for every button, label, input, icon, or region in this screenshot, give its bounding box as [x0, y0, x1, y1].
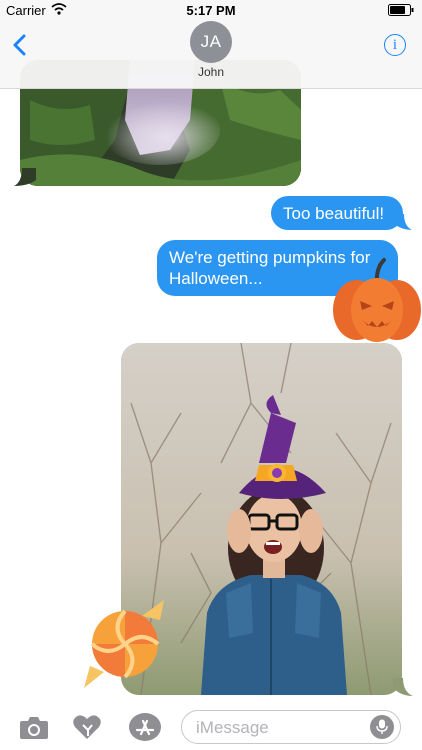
conversation-screen: Too beautiful! We're getting pumpkins fo…	[0, 0, 422, 750]
outgoing-message-bubble[interactable]: Too beautiful!	[271, 196, 403, 230]
imessage-input[interactable]: iMessage	[181, 710, 401, 744]
contact-name[interactable]: John	[0, 65, 422, 79]
info-button[interactable]: i	[384, 34, 406, 56]
outgoing-bubble-tail	[393, 678, 413, 696]
contact-avatar[interactable]: JA	[190, 21, 232, 63]
back-button[interactable]	[8, 30, 32, 60]
dictation-button[interactable]	[370, 715, 394, 739]
battery-icon	[388, 4, 414, 16]
status-bar: Carrier 5:17 PM	[0, 0, 422, 22]
message-text: Too beautiful!	[283, 203, 385, 223]
microphone-icon	[376, 719, 388, 734]
info-icon: i	[392, 36, 398, 53]
input-placeholder: iMessage	[196, 718, 269, 737]
incoming-bubble-tail	[14, 168, 36, 186]
camera-icon[interactable]	[19, 714, 49, 740]
chevron-left-icon	[13, 34, 26, 56]
candy-sticker[interactable]	[80, 598, 170, 690]
avatar-initials: JA	[200, 32, 222, 51]
conversation-header: Carrier 5:17 PM JA John i	[0, 0, 422, 89]
pumpkin-sticker[interactable]	[332, 256, 422, 344]
app-store-icon[interactable]	[128, 712, 162, 742]
digital-touch-heart-icon[interactable]	[72, 713, 102, 741]
clock: 5:17 PM	[186, 3, 236, 18]
outgoing-bubble-tail	[394, 214, 412, 230]
